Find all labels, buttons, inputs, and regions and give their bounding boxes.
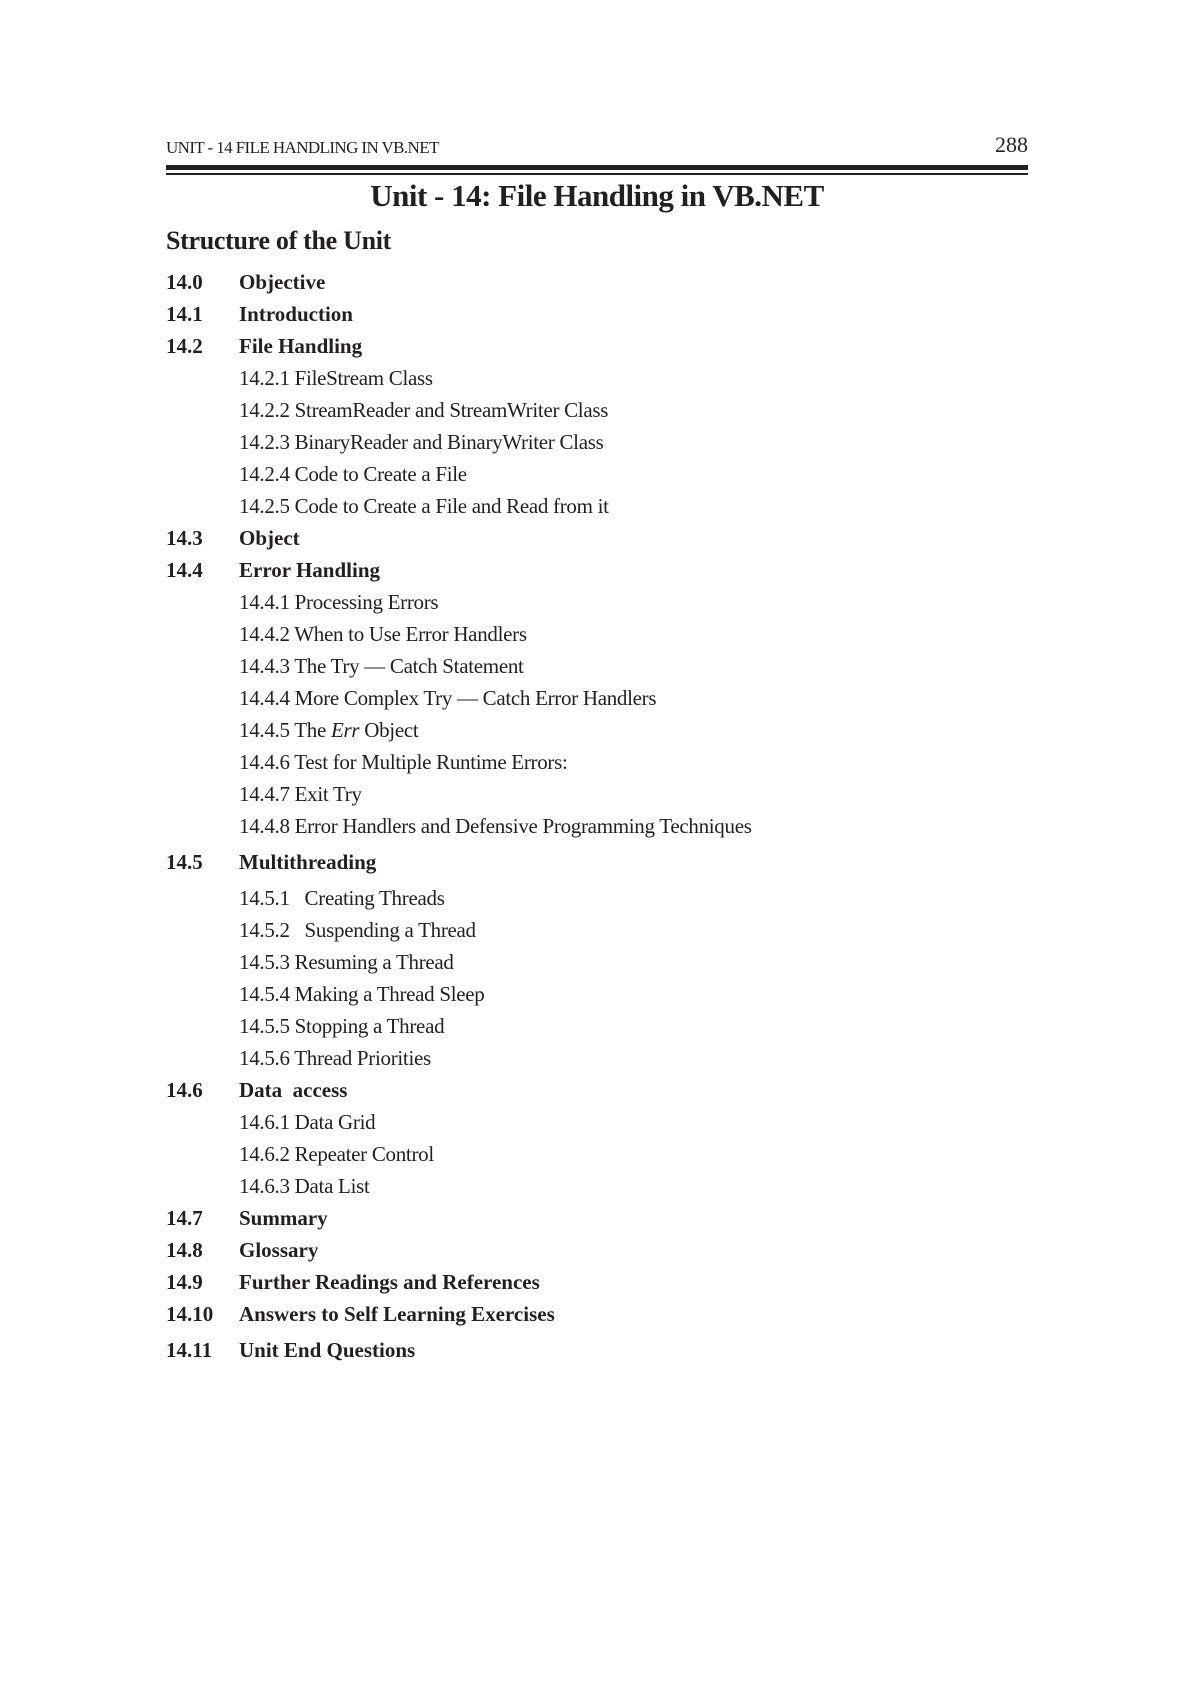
toc-section: 14.10 Answers to Self Learning Exercises [166,1298,1026,1330]
toc-sub-label: 14.5.5 Stopping a Thread [239,1014,445,1038]
toc-number: 14.9 [166,1270,203,1294]
header-rule-thin [166,173,1028,175]
toc-sub-label: 14.2.1 FileStream Class [239,366,433,390]
toc-label: Further Readings and References [239,1270,540,1294]
toc-sub-label: 14.6.2 Repeater Control [239,1142,434,1166]
toc-subsection: 14.5.2 Suspending a Thread [166,914,1026,946]
toc-subsection: 14.4.7 Exit Try [166,778,1026,810]
toc-number: 14.0 [166,270,203,294]
toc-sub-label: 14.6.3 Data List [239,1174,370,1198]
toc-subsection: 14.4.2 When to Use Error Handlers [166,618,1026,650]
toc-number: 14.1 [166,302,203,326]
toc-section: 14.11 Unit End Questions [166,1334,1026,1366]
table-of-contents: 14.0 Objective 14.1 Introduction 14.2 File … [166,266,1026,1366]
toc-sub-label: 14.2.5 Code to Create a File and Read fr… [239,494,609,518]
toc-label: Answers to Self Learning Exercises [239,1302,555,1326]
toc-section: 14.0 Objective [166,266,1026,298]
toc-subsection: 14.4.3 The Try — Catch Statement [166,650,1026,682]
toc-number: 14.3 [166,526,203,550]
toc-subsection: 14.2.4 Code to Create a File [166,458,1026,490]
toc-subsection: 14.2.3 BinaryReader and BinaryWriter Cla… [166,426,1026,458]
running-head: UNIT - 14 FILE HANDLING IN VB.NET 288 [166,132,1028,160]
toc-sub-label: 14.4.3 The Try — Catch Statement [239,654,524,678]
toc-label: Objective [239,270,326,294]
toc-subsection: 14.4.8 Error Handlers and Defensive Prog… [166,810,1026,842]
toc-sub-italic: Err [330,718,360,742]
toc-sub-label: 14.4.2 When to Use Error Handlers [239,622,527,646]
toc-sub-label: 14.6.1 Data Grid [239,1110,376,1134]
toc-label: Data access [239,1078,348,1102]
toc-number: 14.7 [166,1206,203,1230]
toc-number: 14.11 [166,1338,213,1362]
toc-sub-label: 14.4.8 Error Handlers and Defensive Prog… [239,814,752,838]
toc-label: Multithreading [239,850,377,874]
toc-subsection: 14.4.5 The Err Object [166,714,1026,746]
toc-number: 14.6 [166,1078,203,1102]
toc-sub-label: 14.2.3 BinaryReader and BinaryWriter Cla… [239,430,604,454]
toc-label: Unit End Questions [239,1338,416,1362]
toc-sub-label: 14.4.5 The Err Object [239,714,419,746]
toc-section: 14.4 Error Handling [166,554,1026,586]
toc-section: 14.8 Glossary [166,1234,1026,1266]
toc-subsection: 14.4.6 Test for Multiple Runtime Errors: [166,746,1026,778]
toc-subsection: 14.4.4 More Complex Try — Catch Error Ha… [166,682,1026,714]
toc-subsection: 14.2.2 StreamReader and StreamWriter Cla… [166,394,1026,426]
toc-sub-suffix: Object [359,718,419,742]
toc-label: Error Handling [239,558,381,582]
toc-subsection: 14.5.1 Creating Threads [166,882,1026,914]
toc-subsection: 14.5.3 Resuming a Thread [166,946,1026,978]
toc-subsection: 14.6.3 Data List [166,1170,1026,1202]
toc-sub-label: 14.4.1 Processing Errors [239,590,439,614]
toc-label: Object [239,526,300,550]
toc-section: 14.6 Data access [166,1074,1026,1106]
structure-heading: Structure of the Unit [166,226,392,255]
toc-label: Introduction [239,302,353,326]
toc-sub-label: 14.5.1 Creating Threads [239,886,445,910]
toc-sub-label: 14.2.2 StreamReader and StreamWriter Cla… [239,398,609,422]
toc-section: 14.2 File Handling [166,330,1026,362]
toc-label: Glossary [239,1238,319,1262]
toc-subsection: 14.2.5 Code to Create a File and Read fr… [166,490,1026,522]
toc-subsection: 14.5.6 Thread Priorities [166,1042,1026,1074]
toc-label: File Handling [239,334,363,358]
toc-subsection: 14.6.1 Data Grid [166,1106,1026,1138]
toc-sub-label: 14.5.4 Making a Thread Sleep [239,982,485,1006]
header-rule-thick [166,165,1028,170]
toc-subsection: 14.2.1 FileStream Class [166,362,1026,394]
toc-section: 14.7 Summary [166,1202,1026,1234]
running-head-title: UNIT - 14 FILE HANDLING IN VB.NET [166,138,439,157]
toc-subsection: 14.5.5 Stopping a Thread [166,1010,1026,1042]
toc-subsection: 14.5.4 Making a Thread Sleep [166,978,1026,1010]
toc-number: 14.5 [166,850,203,874]
toc-section: 14.1 Introduction [166,298,1026,330]
toc-subsection: 14.6.2 Repeater Control [166,1138,1026,1170]
toc-number: 14.8 [166,1238,203,1262]
toc-section: 14.5 Multithreading [166,846,1026,878]
toc-subsection: 14.4.1 Processing Errors [166,586,1026,618]
page-number: 288 [995,132,1028,157]
unit-title: Unit - 14: File Handling in VB.NET [370,178,824,213]
toc-sub-label: 14.5.3 Resuming a Thread [239,950,454,974]
toc-number: 14.4 [166,558,203,582]
toc-sub-label: 14.2.4 Code to Create a File [239,462,467,486]
toc-section: 14.3 Object [166,522,1026,554]
toc-section: 14.9 Further Readings and References [166,1266,1026,1298]
toc-sub-label: 14.5.2 Suspending a Thread [239,918,476,942]
toc-sub-label: 14.4.4 More Complex Try — Catch Error Ha… [239,686,657,710]
toc-sub-label: 14.4.6 Test for Multiple Runtime Errors: [239,750,568,774]
toc-number: 14.2 [166,334,203,358]
toc-number: 14.10 [166,1302,214,1326]
toc-label: Summary [239,1206,328,1230]
toc-sub-label: 14.4.7 Exit Try [239,782,362,806]
toc-sub-label: 14.5.6 Thread Priorities [239,1046,431,1070]
toc-sub-prefix: 14.4.5 The [239,718,331,742]
